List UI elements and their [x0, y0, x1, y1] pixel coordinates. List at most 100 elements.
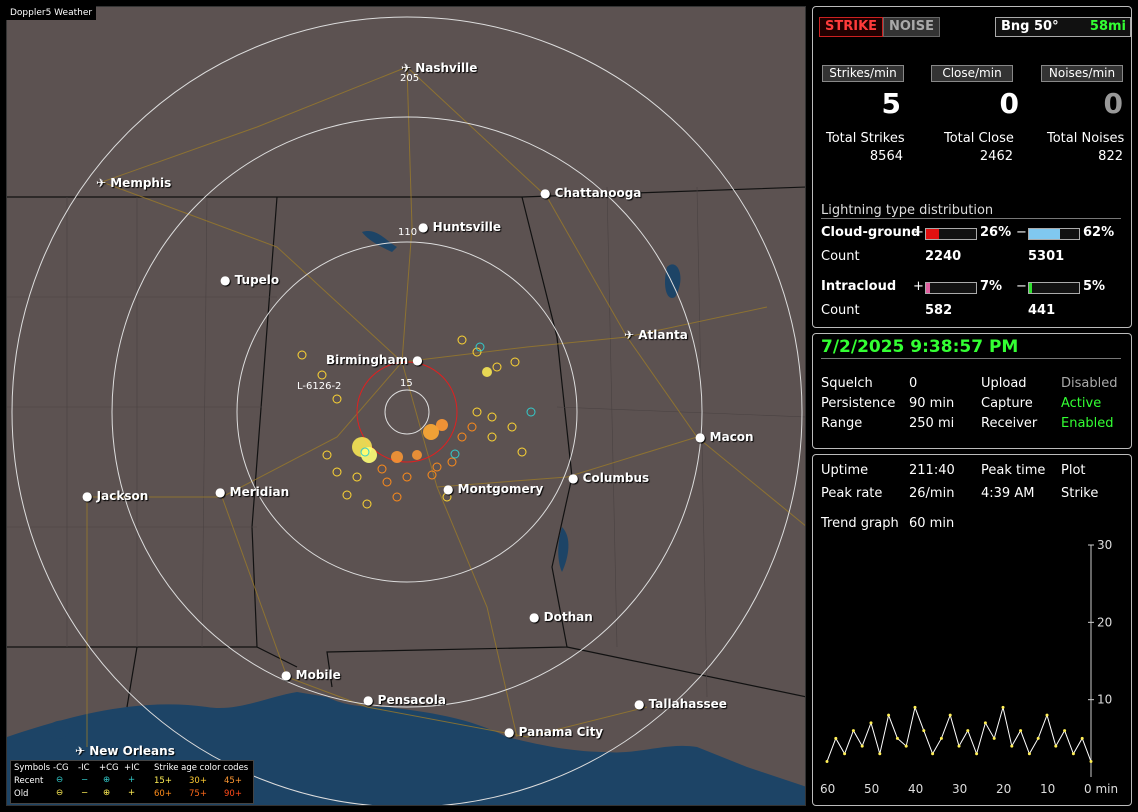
city-memphis[interactable]: ✈ Memphis [96, 176, 171, 190]
x-tick-label: 50 [864, 782, 879, 796]
city-macon[interactable]: ● Macon [695, 430, 754, 444]
city-columbus[interactable]: ● Columbus [568, 471, 649, 485]
city-new-orleans[interactable]: ✈ New Orleans [75, 744, 175, 758]
city-tallahassee[interactable]: ● Tallahassee [634, 697, 727, 711]
symbol-legend: Symbols -CG -IC +CG +IC Strike age color… [10, 760, 254, 804]
bearing-readout: Bng 50° 58mi [995, 17, 1131, 37]
city-pensacola[interactable]: ● Pensacola [363, 693, 446, 707]
legend-col-pos-ic: +IC [124, 763, 140, 773]
trend-point [1080, 736, 1084, 740]
trend-point [957, 744, 961, 748]
plot-value[interactable]: Strike [1061, 486, 1098, 501]
y-tick-label: 10 [1097, 693, 1112, 707]
state-borders [7, 186, 805, 708]
ic-negative-bar [1028, 282, 1080, 294]
strikes-per-min-header[interactable]: Strikes/min [822, 65, 904, 82]
trend-point [1063, 729, 1067, 733]
trend-point [913, 705, 917, 709]
upload-label: Upload [981, 376, 1027, 391]
ic-positive-fill [926, 283, 930, 293]
y-tick-label: 20 [1097, 615, 1112, 629]
city-panama-city[interactable]: ● Panama City [504, 725, 603, 739]
lightning-map[interactable]: 205 110 15 L-6126-2 ✈ Nashville ✈ Memphi… [6, 6, 806, 806]
city-mobile[interactable]: ● Mobile [281, 668, 341, 682]
range-value: 250 mi [909, 416, 955, 431]
trend-point [869, 721, 873, 725]
trend-point [948, 713, 952, 717]
cg-negative-pct: 62% [1083, 225, 1115, 240]
y-tick-label: 30 [1097, 538, 1112, 552]
receiver-value: Enabled [1061, 416, 1114, 431]
cg-plus-sign: + [913, 225, 924, 240]
current-datetime: 7/2/2025 9:38:57 PM [821, 337, 1019, 357]
ic-positive-bar [925, 282, 977, 294]
cg-count-label: Count [821, 249, 860, 264]
distance-value: 58mi [1089, 19, 1126, 34]
ic-negative-pct: 5% [1083, 279, 1106, 294]
city-jackson[interactable]: ● Jackson [82, 489, 148, 503]
noises-per-min-value: 0 [1103, 87, 1123, 120]
total-noises-value: 822 [1098, 149, 1123, 164]
trend-point [922, 729, 926, 733]
city-montgomery[interactable]: ● Montgomery [443, 482, 543, 496]
legend-symbols-label: Symbols [14, 763, 51, 773]
trend-point [887, 713, 891, 717]
city-chattanooga[interactable]: ● Chattanooga [540, 186, 641, 200]
receiver-label: Receiver [981, 416, 1038, 431]
ic-positive-count: 582 [925, 303, 953, 318]
settings-panel: 7/2/2025 9:38:57 PM Squelch 0 Upload Dis… [812, 333, 1132, 449]
strikes-per-min-value: 5 [881, 87, 901, 120]
trend-value[interactable]: 60 min [909, 516, 954, 531]
neg-cg-old-symbol-icon: ⊖ [56, 788, 64, 798]
statistics-panel: Uptime 211:40 Peak time Plot Peak rate 2… [812, 454, 1132, 806]
city-tupelo[interactable]: ● Tupelo [220, 273, 279, 287]
x-tick-label: 60 [820, 782, 835, 796]
trend-point [860, 744, 864, 748]
noises-per-min-header[interactable]: Noises/min [1041, 65, 1123, 82]
city-nashville[interactable]: ✈ Nashville [401, 61, 477, 75]
age-code-60: 60+ [154, 789, 172, 799]
strike-markers [352, 367, 492, 463]
persistence-label: Persistence [821, 396, 896, 411]
neg-cg-symbol-icon: ⊖ [56, 775, 64, 785]
ic-count-label: Count [821, 303, 860, 318]
city-meridian[interactable]: ● Meridian [215, 485, 289, 499]
pos-cg-symbol-icon: ⊕ [103, 775, 111, 785]
legend-age-label: Strike age color codes [154, 763, 249, 773]
city-birmingham[interactable]: Birmingham ● [326, 353, 423, 367]
cg-positive-pct: 26% [980, 225, 1012, 240]
close-per-min-header[interactable]: Close/min [931, 65, 1013, 82]
trend-point [931, 752, 935, 756]
age-code-90: 90+ [224, 789, 242, 799]
total-strikes-value: 8564 [869, 149, 903, 164]
trend-point [843, 752, 847, 756]
noise-button[interactable]: NOISE [883, 17, 941, 37]
trend-point [1045, 713, 1049, 717]
pos-cg-old-symbol-icon: ⊕ [103, 788, 111, 798]
lake [362, 230, 397, 252]
trend-point [834, 736, 838, 740]
cg-positive-count: 2240 [925, 249, 962, 264]
pos-ic-old-symbol-icon: + [128, 788, 136, 798]
total-close-value: 2462 [979, 149, 1013, 164]
trend-point [878, 752, 882, 756]
capture-label: Capture [981, 396, 1033, 411]
legend-col-neg-cg: -CG [53, 763, 69, 773]
city-atlanta[interactable]: ✈ Atlanta [624, 328, 688, 342]
cg-negative-bar [1028, 228, 1080, 240]
range-label: Range [821, 416, 863, 431]
close-per-min-value: 0 [999, 87, 1019, 120]
trend-point [851, 729, 855, 733]
ic-negative-count: 441 [1028, 303, 1056, 318]
peak-time-label: Peak time [981, 463, 1046, 478]
city-huntsville[interactable]: ● Huntsville [418, 220, 501, 234]
city-dothan[interactable]: ● Dothan [529, 610, 593, 624]
squelch-value: 0 [909, 376, 918, 391]
trend-point [992, 736, 996, 740]
trend-point [825, 760, 829, 764]
peak-rate-label: Peak rate [821, 486, 883, 501]
neg-ic-symbol-icon: − [81, 775, 89, 785]
ic-negative-fill [1029, 283, 1032, 293]
cg-positive-fill [926, 229, 939, 239]
strike-button[interactable]: STRIKE [819, 17, 884, 37]
